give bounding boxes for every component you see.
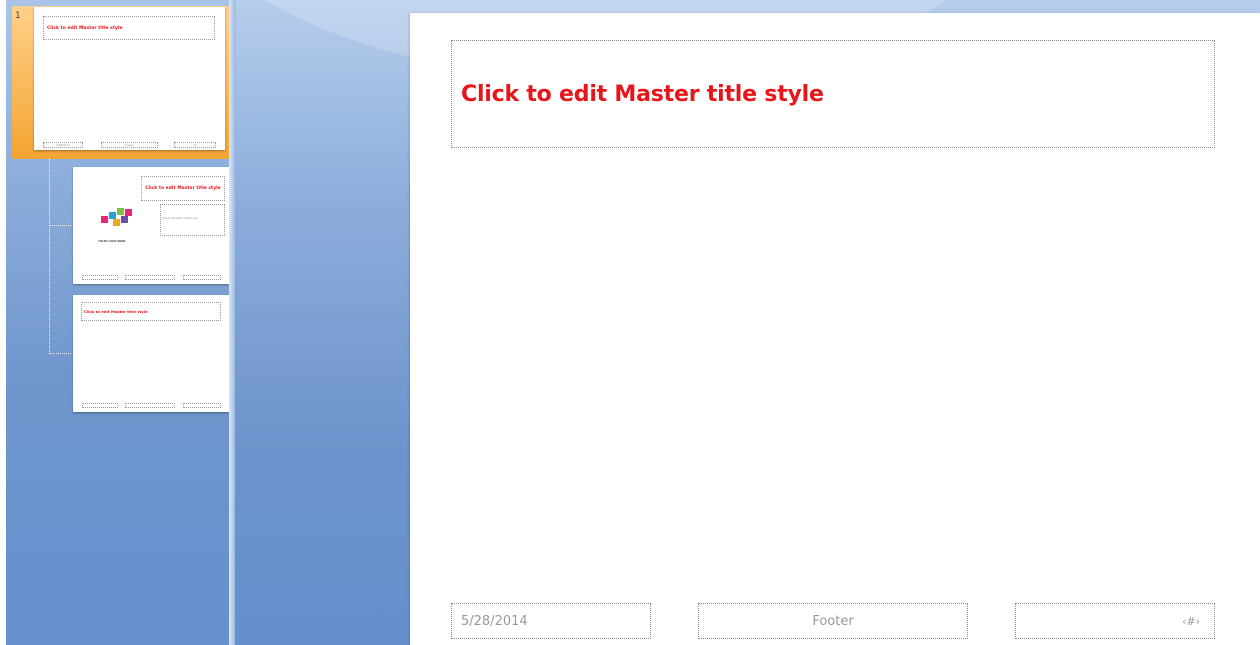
thumbnail-footer-date: 5/28/2014 [43, 142, 83, 148]
thumbnail-title-text: Click to edit Master title style [84, 309, 148, 314]
thumbnail-slide-master[interactable]: Click to edit Master title style 5/28/20… [34, 7, 225, 150]
logo-image [95, 207, 135, 237]
thumbnail-footer-center [125, 275, 175, 280]
slide-number-placeholder[interactable]: ‹#› [1015, 603, 1215, 639]
layout-tree-connector [49, 158, 71, 226]
logo-caption: YOUR LOGO HERE [98, 239, 126, 243]
thumbnail-number: 1 [15, 11, 21, 21]
thumbnail-footer-number [183, 403, 221, 408]
thumbnail-title-text: Click to edit Master title style [145, 186, 221, 191]
thumbnail-title-text: Click to edit Master title style [47, 25, 123, 31]
thumbnail-subtitle-text: Click to edit Master subtitle style [162, 217, 198, 220]
pane-splitter[interactable] [229, 0, 235, 645]
title-placeholder[interactable]: Click to edit Master title style [451, 40, 1215, 148]
thumbnail-title-placeholder: Click to edit Master title style [141, 176, 225, 201]
thumbnail-footer-center: Footer [101, 142, 158, 148]
footer-text-placeholder[interactable]: Footer [698, 603, 968, 639]
title-placeholder-text: Click to edit Master title style [461, 81, 824, 107]
thumbnail-layout-title-only[interactable]: Click to edit Master title style [73, 295, 229, 412]
thumbnail-title-placeholder: Click to edit Master title style [43, 16, 215, 40]
thumbnail-subtitle-placeholder: Click to edit Master subtitle style [160, 204, 225, 236]
thumbnail-footer-date [82, 275, 118, 280]
thumbnail-footer-date [82, 403, 118, 408]
thumbnail-footer-number [183, 275, 221, 280]
layout-tree-connector [49, 225, 71, 354]
footer-date-placeholder[interactable]: 5/28/2014 [451, 603, 651, 639]
slide-thumbnail-pane: 1 Click to edit Master title style 5/28/… [0, 0, 238, 645]
thumbnail-footer-number: ‹#› [174, 142, 216, 148]
slide-master-canvas[interactable]: Click to edit Master title style 5/28/20… [410, 13, 1260, 645]
thumbnail-footer-center [125, 403, 175, 408]
thumbnail-title-placeholder: Click to edit Master title style [81, 302, 221, 321]
thumbnail-layout-title-slide[interactable]: Click to edit Master title style Click t… [73, 167, 229, 284]
